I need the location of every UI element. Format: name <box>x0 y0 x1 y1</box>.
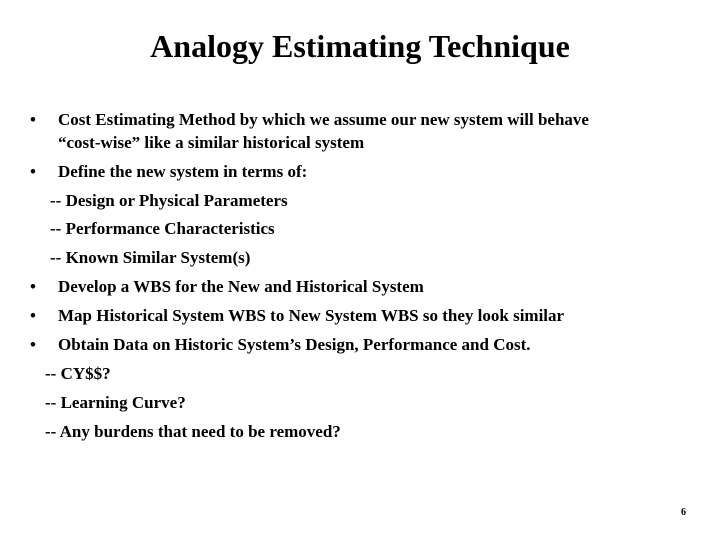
bullet-item: Map Historical System WBS to New System … <box>58 306 565 325</box>
sub-item: -- Any burdens that need to be removed? <box>45 422 341 441</box>
bullet-icon: • <box>30 162 36 181</box>
sub-item: -- CY$$? <box>45 364 111 383</box>
bullet-icon: • <box>30 306 36 325</box>
sub-item: -- Performance Characteristics <box>50 219 275 238</box>
bullet-item: Obtain Data on Historic System’s Design,… <box>58 335 531 354</box>
sub-item: -- Design or Physical Parameters <box>50 191 288 210</box>
page-number: 6 <box>681 507 686 518</box>
bullet-item: Cost Estimating Method by which we assum… <box>58 110 589 129</box>
sub-item: -- Learning Curve? <box>45 393 186 412</box>
bullet-item: Develop a WBS for the New and Historical… <box>58 277 424 296</box>
sub-item: -- Known Similar System(s) <box>50 248 251 267</box>
bullet-continuation: “cost-wise” like a similar historical sy… <box>58 133 365 152</box>
bullet-icon: • <box>30 277 36 296</box>
bullet-icon: • <box>30 335 36 354</box>
bullet-item: Define the new system in terms of: <box>58 162 308 181</box>
slide-title: Analogy Estimating Technique <box>150 28 570 64</box>
bullet-icon: • <box>30 110 36 129</box>
